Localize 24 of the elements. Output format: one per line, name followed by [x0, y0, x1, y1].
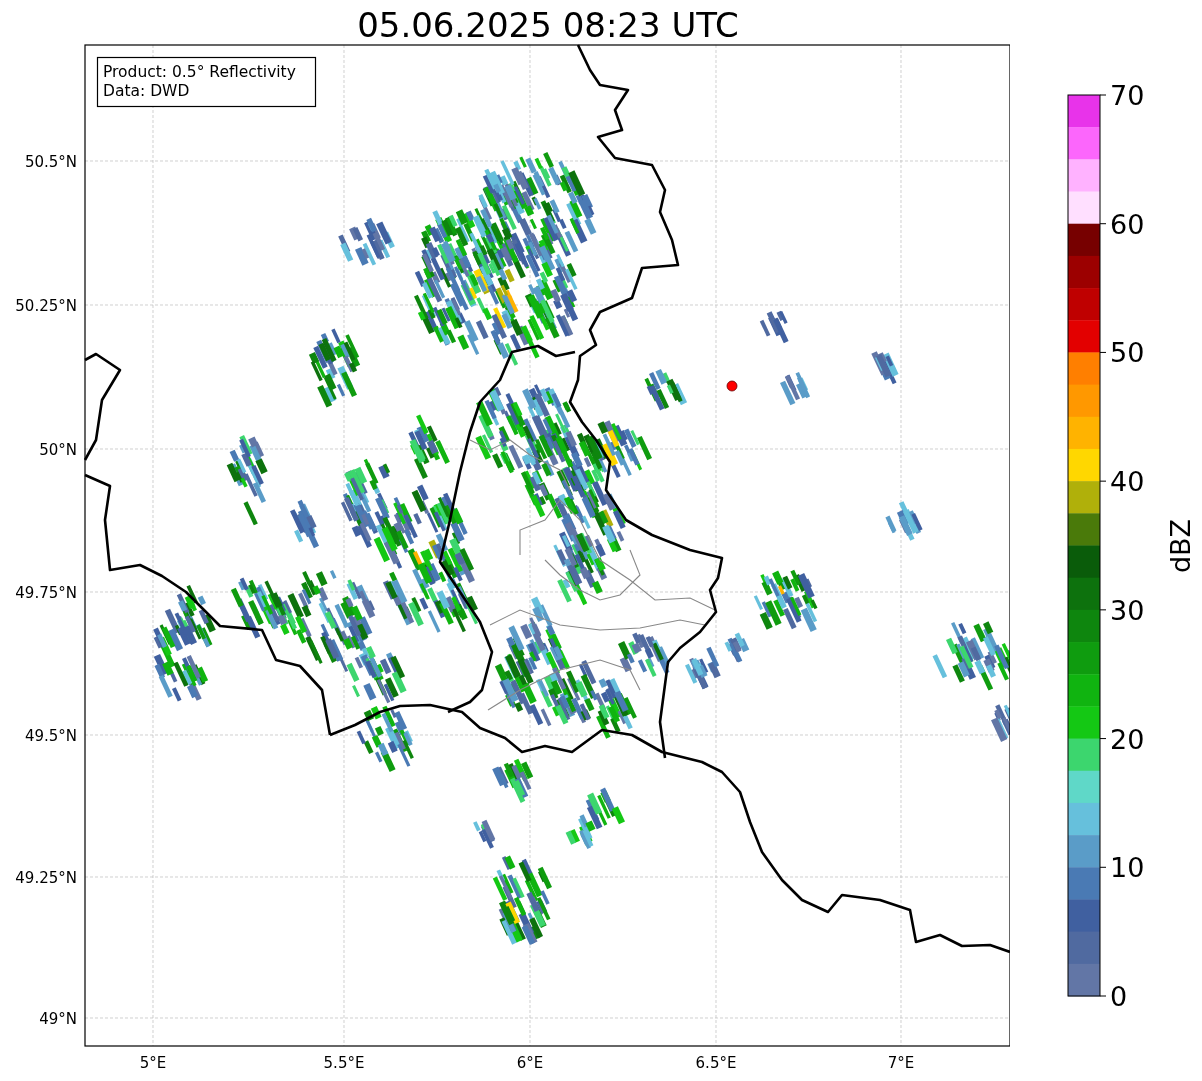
info-text: Product: 0.5° Reflectivity	[103, 63, 296, 81]
axis-tick-label: 50°N	[39, 441, 77, 459]
axis-tick-label: 49°N	[39, 1010, 77, 1028]
colorbar-tick-label: 70	[1110, 80, 1145, 111]
axis-tick-label: 50.5°N	[24, 153, 77, 171]
info-text: Data: DWD	[103, 82, 190, 100]
axis-tick-label: 6°E	[516, 1054, 544, 1072]
chart-title: 05.06.2025 08:23 UTC	[357, 5, 739, 45]
axis-tick-label: 49.5°N	[24, 727, 77, 745]
axis-tick-label: 5.5°E	[323, 1054, 365, 1072]
colorbar-tick-label: 10	[1110, 852, 1145, 884]
axis-tick-label: 7°E	[887, 1054, 915, 1072]
colorbar-tick-label: 20	[1110, 723, 1145, 755]
axis-tick-label: 5°E	[139, 1054, 167, 1072]
colorbar-tick-label: 40	[1110, 466, 1145, 498]
colorbar-tick-label: 0	[1110, 981, 1128, 1012]
axis-tick-label: 50.25°N	[15, 297, 77, 315]
colorbar-tick-label: 60	[1110, 208, 1145, 240]
axis-tick-label: 49.25°N	[15, 869, 77, 887]
colorbar-label: dBZ	[1165, 518, 1196, 574]
axis-tick-label: 6.5°E	[695, 1054, 737, 1072]
axis-tick-label: 49.75°N	[15, 584, 77, 602]
colorbar-tick-label: 30	[1110, 594, 1145, 626]
colorbar-tick-label: 50	[1110, 337, 1145, 369]
